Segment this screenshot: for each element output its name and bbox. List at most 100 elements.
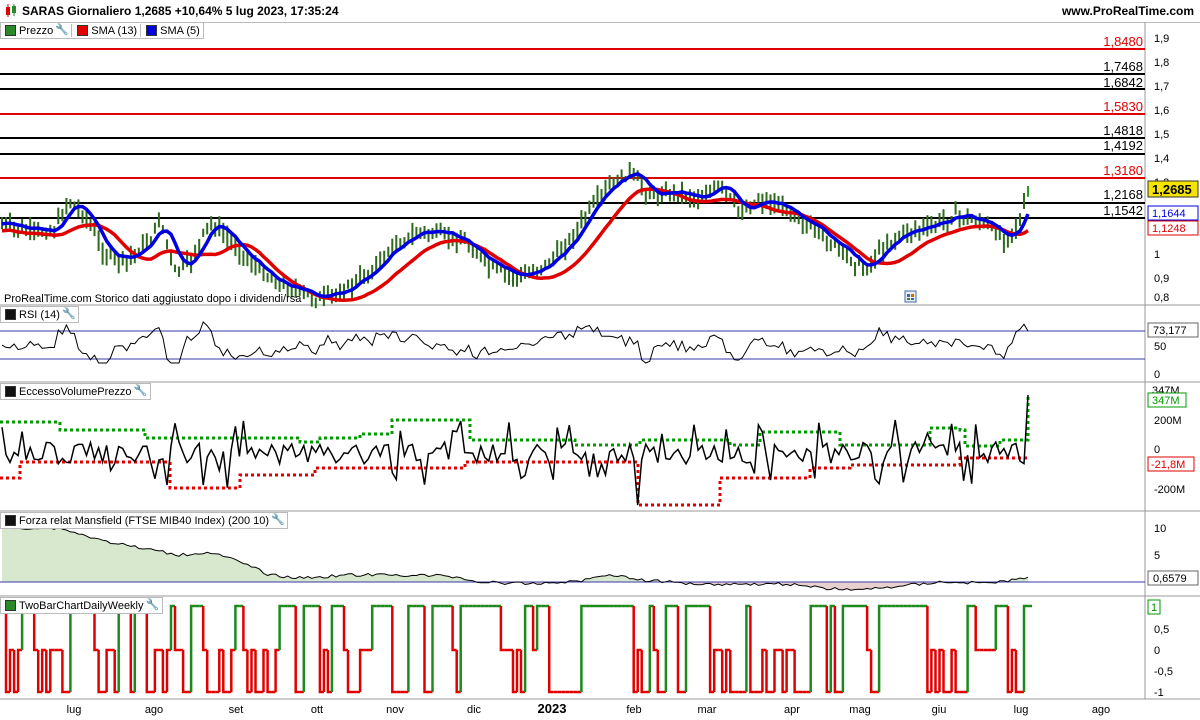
level-label: 1,6842 <box>1103 75 1143 90</box>
twobar-segment <box>994 604 1000 650</box>
x-axis-label: lug <box>67 704 82 716</box>
price-tick: 1,4 <box>1154 153 1169 165</box>
twobar-lines[interactable] <box>2 604 1032 694</box>
volume-excess-line[interactable] <box>1 394 1029 506</box>
twobar-segment <box>61 650 67 694</box>
volume-tick: -200M <box>1154 484 1185 496</box>
legend-price-label[interactable]: Prezzo <box>19 25 53 37</box>
sma13-badge: 1,1248 <box>1147 220 1199 236</box>
level-label: 1,4192 <box>1103 138 1143 153</box>
twobar-segment <box>547 606 554 694</box>
twobar-segment <box>97 650 103 694</box>
twobar-segment <box>809 604 815 692</box>
twobar-segment <box>201 606 208 652</box>
x-axis-label: dic <box>467 704 482 716</box>
twobar-segment <box>230 648 236 692</box>
last-price-badge: 1,2685 <box>1147 180 1199 198</box>
rsi-legend-label[interactable]: RSI (14) <box>19 309 60 321</box>
x-axis-label: mar <box>698 704 717 716</box>
twobar-segment <box>765 650 771 694</box>
sma13-line[interactable] <box>1 187 1029 303</box>
wrench-icon[interactable]: 🔧 <box>62 308 76 321</box>
twobar-segment <box>656 650 662 694</box>
twobar-tick: 0 <box>1154 645 1160 657</box>
level-lines[interactable]: 1,8480 1,7468 1,6842 1,5830 1,4818 1,419… <box>0 34 1145 219</box>
twobar-segment <box>165 648 171 692</box>
twobar-segment <box>773 648 779 692</box>
x-axis[interactable]: lug ago set ott nov dic 2023 feb mar apr… <box>67 701 1111 716</box>
twobar-segment <box>242 606 248 652</box>
twobar-segment <box>274 648 280 692</box>
twobar-segment <box>523 604 530 692</box>
price-tick: 1,5 <box>1154 129 1169 141</box>
twobar-segment <box>942 650 948 694</box>
twobar-segment <box>205 650 212 694</box>
twobar-segment <box>117 604 123 692</box>
twobar-segment <box>423 606 429 694</box>
sma5-line[interactable] <box>1 171 1030 299</box>
mansfield-legend-label[interactable]: Forza relat Mansfield (FTSE MIB40 Index)… <box>19 515 269 527</box>
level-label: 1,5830 <box>1103 99 1143 114</box>
twobar-segment <box>749 606 755 694</box>
price-bars[interactable] <box>1 162 1029 309</box>
legend-separator <box>140 24 142 37</box>
x-axis-label: set <box>229 704 244 716</box>
twobar-segment <box>1014 650 1020 694</box>
legend-sma13-label[interactable]: SMA (13) <box>91 25 137 37</box>
x-axis-label: ago <box>145 704 163 716</box>
sma5-value: 1,1644 <box>1152 208 1186 220</box>
twobar-segment <box>865 606 872 652</box>
twobar-segment <box>877 604 884 692</box>
volume-value-green: 347M <box>1152 395 1180 407</box>
volume-upper-band[interactable] <box>0 395 1030 448</box>
twobar-segment <box>222 650 228 694</box>
wrench-icon[interactable]: 🔧 <box>55 24 69 37</box>
volume-lower-band[interactable] <box>0 456 1028 507</box>
price-axis[interactable]: 1,9 1,8 1,7 1,6 1,5 1,4 1,3 1 0,9 0,8 <box>1154 33 1169 304</box>
twobar-segment <box>664 604 670 692</box>
x-axis-label: ott <box>311 704 323 716</box>
twobar-tick: -1 <box>1154 687 1164 699</box>
mansfield-legend: Forza relat Mansfield (FTSE MIB40 Index)… <box>0 512 289 529</box>
twobar-segment <box>869 650 876 694</box>
volume-tick: 200M <box>1154 415 1182 427</box>
price-tick: 0,9 <box>1154 273 1169 285</box>
volume-legend-label[interactable]: EccessoVolumePrezzo <box>19 386 132 398</box>
twobar-segment <box>342 606 348 652</box>
volume-value-red: -21,8M <box>1151 459 1185 471</box>
rsi-line[interactable] <box>1 321 1029 364</box>
wrench-icon[interactable]: 🔧 <box>271 514 285 527</box>
twobar-segment <box>391 606 397 694</box>
twobar-segment <box>358 648 365 692</box>
twobar-swatch-icon <box>5 600 16 611</box>
twobar-segment <box>254 650 260 694</box>
twobar-legend: TwoBarChartDailyWeekly 🔧 <box>0 597 163 614</box>
twobar-segment <box>407 604 413 692</box>
price-swatch-icon <box>5 25 16 36</box>
volume-swatch-icon <box>5 386 16 397</box>
twobar-segment <box>459 604 465 692</box>
level-label: 1,7468 <box>1103 59 1143 74</box>
last-price-value: 1,2685 <box>1152 182 1192 197</box>
wrench-icon[interactable]: 🔧 <box>134 385 148 398</box>
news-icon[interactable] <box>904 290 917 303</box>
twobar-segment <box>69 604 75 692</box>
twobar-segment <box>1022 604 1028 692</box>
chart-canvas[interactable]: 1,9 1,8 1,7 1,6 1,5 1,4 1,3 1 0,9 0,8 1,… <box>0 0 1200 720</box>
twobar-segment <box>640 650 646 694</box>
twobar-segment <box>451 606 457 652</box>
twobar-segment <box>181 650 188 694</box>
twobar-segment <box>652 606 658 652</box>
x-axis-year-label: 2023 <box>538 701 567 716</box>
twobar-segment <box>234 604 240 650</box>
twobar-legend-label[interactable]: TwoBarChartDailyWeekly <box>19 600 144 612</box>
sma13-value: 1,1248 <box>1152 223 1186 235</box>
twobar-segment <box>330 604 336 692</box>
legend-sma5-label[interactable]: SMA (5) <box>160 25 200 37</box>
price-tick: 1,7 <box>1154 81 1169 93</box>
twobar-segment <box>729 650 735 694</box>
mansfield-tick: 5 <box>1154 550 1160 562</box>
twobar-segment <box>535 604 542 650</box>
twobar-segment <box>841 604 847 692</box>
wrench-icon[interactable]: 🔧 <box>146 599 160 612</box>
